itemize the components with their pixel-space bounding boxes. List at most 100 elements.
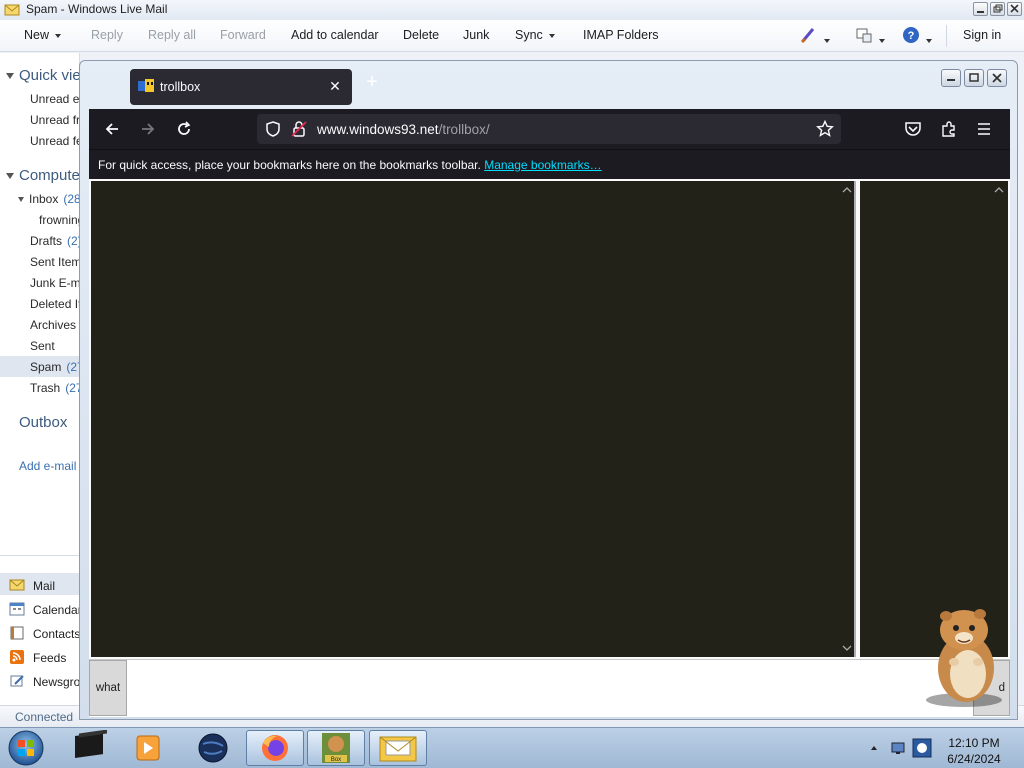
scroll-down-icon[interactable]: [842, 643, 852, 653]
start-button[interactable]: [6, 729, 46, 767]
globe-icon: [198, 733, 228, 763]
reload-icon[interactable]: [174, 119, 194, 139]
contacts-nav-item[interactable]: Contacts: [9, 626, 79, 641]
command-bar: New Reply Reply all Forward Add to calen…: [0, 20, 1024, 52]
collapse-icon: [18, 197, 24, 203]
trollbox-messages[interactable]: [91, 181, 856, 657]
contacts-icon: [10, 626, 24, 640]
pocket-icon[interactable]: [904, 121, 922, 137]
trollbox-users[interactable]: [860, 181, 1008, 657]
trollbox-favicon: [138, 79, 154, 92]
window-title: Spam - Windows Live Mail: [26, 2, 168, 16]
wlm-title-bar: Spam - Windows Live Mail: [0, 0, 1024, 20]
computer-heading[interactable]: Computer: [6, 167, 79, 184]
quick-view-item[interactable]: Unread feeds: [30, 134, 79, 148]
svg-text:?: ?: [908, 30, 915, 42]
feeds-nav-item[interactable]: Feeds: [9, 650, 66, 665]
add-to-calendar-button[interactable]: Add to calendar: [291, 28, 379, 42]
scroll-up-icon[interactable]: [842, 185, 852, 195]
close-button[interactable]: [1007, 2, 1022, 16]
folder-deleted-items[interactable]: Deleted Items: [30, 297, 79, 311]
page-content: what d: [89, 179, 1010, 717]
message-input[interactable]: [129, 662, 969, 714]
chevron-down-icon: [824, 38, 830, 43]
url-text: www.windows93.net/trollbox/: [317, 122, 490, 137]
manage-bookmarks-link[interactable]: Manage bookmarks…: [484, 158, 601, 172]
layout-icon: [856, 28, 872, 43]
taskbar-terminal[interactable]: [61, 729, 119, 766]
network-icon[interactable]: [890, 740, 906, 756]
layout-button[interactable]: [855, 26, 885, 47]
tab-close-icon[interactable]: ✕: [326, 77, 344, 95]
hamburger-menu-icon[interactable]: [976, 121, 992, 137]
taskbar-hamster-box[interactable]: Box: [307, 730, 365, 766]
mail-icon: [9, 579, 25, 591]
folder-sent-items[interactable]: Sent Items: [30, 255, 79, 269]
clock[interactable]: 12:10 PM 6/24/2024: [938, 735, 1010, 767]
firefox-window: trollbox ✕ + www.windows93.net/trollbox/…: [79, 60, 1018, 720]
mail-app-icon: [4, 4, 20, 16]
rss-feed-icon: [10, 650, 24, 664]
nickname-button[interactable]: what: [89, 660, 127, 716]
mail-nav-item[interactable]: Mail: [9, 578, 55, 593]
bluetooth-icon[interactable]: [912, 738, 932, 758]
taskbar-mail[interactable]: [369, 730, 427, 766]
quick-view-item[interactable]: Unread from contacts: [30, 113, 79, 127]
bookmarks-toolbar: For quick access, place your bookmarks h…: [89, 149, 1010, 179]
insecure-lock-icon[interactable]: [291, 120, 307, 138]
sync-button[interactable]: Sync: [515, 28, 555, 42]
url-bar[interactable]: www.windows93.net/trollbox/: [257, 114, 841, 144]
color-picker-button[interactable]: [800, 26, 830, 47]
navigation-toolbar: www.windows93.net/trollbox/: [89, 109, 1010, 149]
message-input-row: what d: [89, 659, 1010, 717]
new-tab-icon[interactable]: +: [366, 72, 380, 92]
bookmark-star-icon[interactable]: [816, 120, 834, 138]
folder-frowning[interactable]: frowning: [39, 213, 79, 227]
folder-spam[interactable]: Spam(27): [30, 360, 79, 374]
taskbar-media-player[interactable]: [119, 730, 177, 766]
show-hidden-icons-icon[interactable]: [870, 744, 878, 752]
minimize-button[interactable]: [973, 2, 988, 16]
folder-inbox[interactable]: Inbox(28): [18, 192, 79, 206]
calendar-icon: [9, 602, 25, 616]
add-email-account-link[interactable]: Add e-mail account: [19, 459, 79, 473]
forward-arrow-icon[interactable]: [138, 119, 158, 139]
forward-button[interactable]: Forward: [220, 28, 266, 42]
folder-archives[interactable]: Archives: [30, 318, 76, 332]
quick-views-heading[interactable]: Quick views: [6, 67, 79, 84]
ff-minimize-button[interactable]: [941, 69, 961, 87]
calendar-nav-item[interactable]: Calendar: [9, 602, 79, 617]
ff-restore-button[interactable]: [964, 69, 984, 87]
folder-junk-email[interactable]: Junk E-mail: [30, 276, 79, 290]
chevron-down-icon: [548, 33, 555, 38]
shield-icon[interactable]: [265, 121, 281, 137]
reply-button[interactable]: Reply: [91, 28, 123, 42]
folder-drafts[interactable]: Drafts(2): [30, 234, 79, 248]
taskbar-firefox[interactable]: [246, 730, 304, 766]
delete-button[interactable]: Delete: [403, 28, 439, 42]
help-button[interactable]: ?: [902, 26, 932, 47]
sign-in-button[interactable]: Sign in: [963, 28, 1001, 42]
folder-sent[interactable]: Sent: [30, 339, 55, 353]
quick-view-item[interactable]: Unread e-mail: [30, 92, 79, 106]
back-arrow-icon[interactable]: [102, 119, 122, 139]
junk-button[interactable]: Junk: [463, 28, 489, 42]
new-button[interactable]: New: [24, 28, 62, 42]
ff-close-button[interactable]: [987, 69, 1007, 87]
reply-all-button[interactable]: Reply all: [148, 28, 196, 42]
connection-status: Connected: [15, 710, 74, 724]
folder-trash[interactable]: Trash(27): [30, 381, 79, 395]
outbox-heading[interactable]: Outbox: [19, 414, 67, 431]
hamster-mascot[interactable]: [918, 602, 1010, 710]
restore-button[interactable]: [990, 2, 1005, 16]
extensions-icon[interactable]: [940, 120, 958, 138]
bookmarks-hint: For quick access, place your bookmarks h…: [98, 158, 602, 172]
imap-folders-button[interactable]: IMAP Folders: [583, 28, 659, 42]
clock-date: 6/24/2024: [947, 752, 1001, 766]
tab-trollbox[interactable]: trollbox ✕: [130, 69, 352, 105]
scroll-up-icon[interactable]: [994, 185, 1004, 195]
newsgroups-nav-item[interactable]: Newsgroups: [9, 674, 79, 689]
close-icon: [992, 73, 1002, 83]
taskbar-world[interactable]: [184, 730, 242, 766]
folder-pane: Quick views Unread e-mail Unread from co…: [0, 53, 80, 705]
